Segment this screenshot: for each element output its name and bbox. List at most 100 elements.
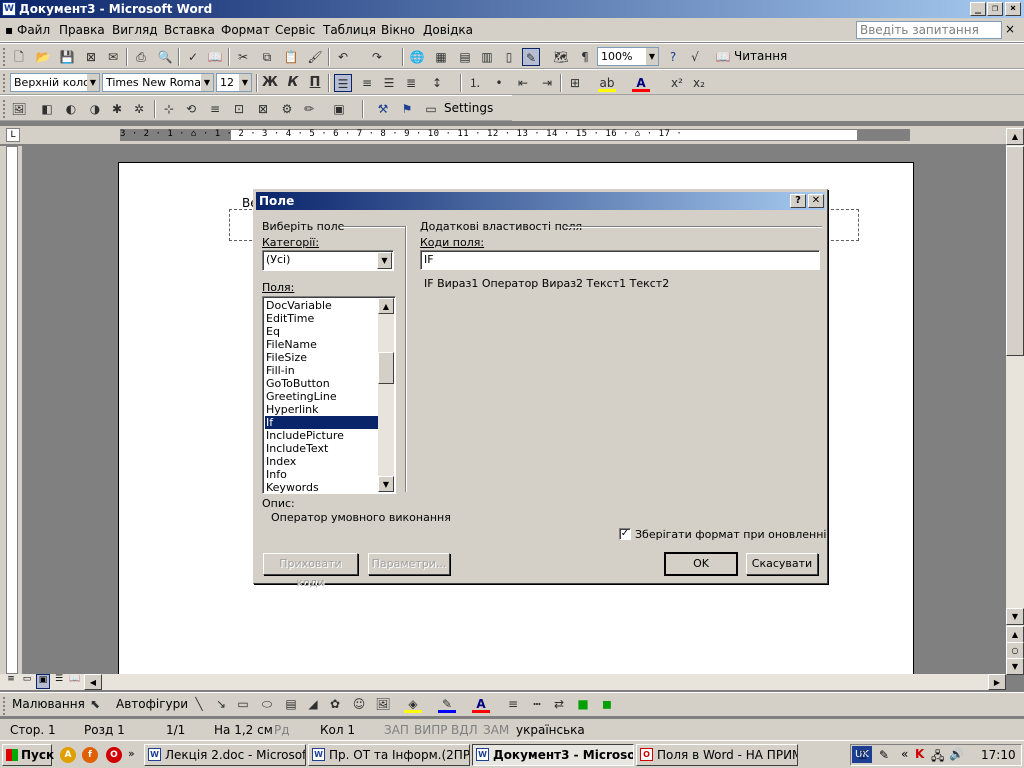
list-item-selected[interactable]: If bbox=[265, 416, 379, 429]
diagram-icon[interactable]: ✿ bbox=[326, 695, 344, 713]
arrow-style-icon[interactable]: ⇄ bbox=[550, 695, 568, 713]
drawing-toggle-icon[interactable]: ✎ bbox=[522, 48, 540, 66]
vertical-scrollbar[interactable]: ▲ ▼ ▲ ○ ▼ bbox=[1006, 128, 1024, 675]
menu-file[interactable]: Файл bbox=[17, 23, 50, 37]
line-color-icon[interactable]: ✎ bbox=[438, 695, 456, 713]
align-center-icon[interactable]: ≡ bbox=[358, 74, 376, 92]
reading-view-icon[interactable]: 📖 bbox=[68, 674, 82, 689]
list-item[interactable]: FileName bbox=[265, 338, 379, 351]
preserve-format-checkbox[interactable]: ✓ bbox=[619, 528, 631, 540]
rotate-icon[interactable]: ⟲ bbox=[182, 100, 200, 118]
formula-icon[interactable]: √ bbox=[686, 48, 704, 66]
outline-view-icon[interactable]: ☰ bbox=[52, 674, 66, 689]
menu-tools[interactable]: Сервіс bbox=[275, 23, 315, 37]
rectangle-icon[interactable]: ▭ bbox=[234, 695, 252, 713]
style-select[interactable]: Верхній колонт ▼ bbox=[10, 73, 100, 92]
list-item[interactable]: Hyperlink bbox=[265, 403, 379, 416]
chevron-down-icon[interactable]: ▼ bbox=[377, 252, 392, 269]
select-browse-icon[interactable]: ○ bbox=[1006, 642, 1024, 659]
status-trk[interactable]: ВИПР bbox=[414, 723, 447, 737]
window-titlebar[interactable]: W Документ3 - Microsoft Word _ ❐ × bbox=[0, 0, 1024, 18]
print-preview-icon[interactable]: 🔍 bbox=[156, 48, 174, 66]
font-color-icon[interactable]: A bbox=[632, 74, 650, 92]
fields-scrollbar[interactable]: ▲ ▼ bbox=[378, 298, 394, 492]
tab-selector-icon[interactable]: L bbox=[6, 128, 20, 142]
print-view-icon[interactable]: ▣ bbox=[36, 674, 50, 689]
quicklaunch-opera-icon[interactable]: O bbox=[106, 747, 122, 763]
help-tray-icon[interactable]: ⍰ bbox=[859, 748, 866, 763]
redo-icon[interactable]: ↷ bbox=[368, 48, 386, 66]
align-right-icon[interactable]: ☰ bbox=[380, 74, 398, 92]
font-select[interactable]: Times New Roman ▼ bbox=[102, 73, 214, 92]
format-painter-icon[interactable]: 🖌 bbox=[306, 48, 324, 66]
list-item[interactable]: GreetingLine bbox=[265, 390, 379, 403]
highlight-icon[interactable]: ab bbox=[598, 74, 616, 92]
web-view-icon[interactable]: ▭ bbox=[20, 674, 34, 689]
network-tray-icon[interactable]: 🖧 bbox=[931, 747, 944, 768]
list-item[interactable]: EditTime bbox=[265, 312, 379, 325]
settings-button[interactable]: Settings bbox=[444, 101, 493, 115]
menu-view[interactable]: Вигляд bbox=[112, 23, 158, 37]
numbering-icon[interactable]: ⒈ bbox=[466, 74, 484, 92]
quicklaunch-more-icon[interactable]: » bbox=[128, 747, 135, 760]
menu-help[interactable]: Довідка bbox=[423, 23, 473, 37]
scroll-up-icon[interactable]: ▲ bbox=[378, 298, 394, 314]
start-button[interactable]: Пуск bbox=[2, 744, 54, 766]
status-rec[interactable]: ЗАП bbox=[384, 723, 409, 737]
settings-icon[interactable]: ▭ bbox=[422, 100, 440, 118]
toolbar-grip[interactable] bbox=[3, 74, 7, 92]
increase-indent-icon[interactable]: ⇥ bbox=[538, 74, 556, 92]
less-contrast-icon[interactable]: ◑ bbox=[86, 100, 104, 118]
justify-icon[interactable]: ≣ bbox=[402, 74, 420, 92]
list-item[interactable]: GoToButton bbox=[265, 377, 379, 390]
field-codes-input[interactable]: IF bbox=[420, 250, 820, 270]
dialog-titlebar[interactable]: Поле ? ✕ bbox=[256, 192, 825, 210]
autoshapes-button[interactable]: Автофігури bbox=[116, 697, 188, 711]
scroll-left-icon[interactable]: ◀ bbox=[84, 674, 102, 690]
clock[interactable]: 17:10 bbox=[981, 748, 1016, 762]
horizontal-scrollbar[interactable]: ≡ ▭ ▣ ☰ 📖 ◀ ▶ bbox=[0, 674, 1006, 690]
task-lecture-doc[interactable]: W Лекція 2.doc - Microsoft ... bbox=[144, 744, 306, 766]
list-item[interactable]: FileSize bbox=[265, 351, 379, 364]
close-doc-icon[interactable]: × bbox=[1005, 22, 1015, 36]
menu-edit[interactable]: Правка bbox=[59, 23, 105, 37]
insert-table-icon[interactable]: ▤ bbox=[456, 48, 474, 66]
spelling-icon[interactable]: ✓ bbox=[184, 48, 202, 66]
toolbar-grip[interactable] bbox=[3, 697, 7, 715]
more-brightness-icon[interactable]: ✱ bbox=[108, 100, 126, 118]
list-item[interactable]: Fill-in bbox=[265, 364, 379, 377]
align-left-icon[interactable]: ☰ bbox=[334, 74, 352, 92]
hyperlink-icon[interactable]: 🌐 bbox=[408, 48, 426, 66]
dialog-help-button[interactable]: ? bbox=[790, 194, 806, 208]
font-color-icon[interactable]: A bbox=[472, 695, 490, 713]
tables-borders-icon[interactable]: ▦ bbox=[432, 48, 450, 66]
undo-icon[interactable]: ↶ bbox=[334, 48, 352, 66]
scroll-down-icon[interactable]: ▼ bbox=[1006, 608, 1024, 625]
prev-page-icon[interactable]: ▲ bbox=[1006, 626, 1024, 643]
paste-icon[interactable]: 📋 bbox=[282, 48, 300, 66]
textbox-icon[interactable]: ▤ bbox=[282, 695, 300, 713]
reading-icon[interactable]: 📖 bbox=[714, 48, 732, 66]
select-objects-icon[interactable]: ⬉ bbox=[86, 695, 104, 713]
decrease-indent-icon[interactable]: ⇤ bbox=[514, 74, 532, 92]
task-practicum-doc[interactable]: W Пр. ОТ та Інформ.(2ПР... bbox=[308, 744, 470, 766]
quicklaunch-firefox-icon[interactable]: f bbox=[82, 747, 98, 763]
bullets-icon[interactable]: • bbox=[490, 74, 508, 92]
set-transparent-icon[interactable]: ✏ bbox=[300, 100, 318, 118]
insert-picture-icon[interactable]: 🖼 bbox=[10, 100, 28, 118]
ask-question-input[interactable]: Введіть запитання bbox=[856, 21, 1002, 39]
status-ext[interactable]: ВДЛ bbox=[451, 723, 478, 737]
new-doc-icon[interactable]: 🗋 bbox=[10, 48, 28, 66]
list-item[interactable]: Info bbox=[265, 468, 379, 481]
bold-button[interactable]: Ж bbox=[261, 74, 279, 92]
compress-icon[interactable]: ⊡ bbox=[230, 100, 248, 118]
clipart-icon[interactable]: ☺ bbox=[350, 695, 368, 713]
status-language[interactable]: українська bbox=[516, 723, 585, 737]
preserve-format-label[interactable]: Зберігати формат при оновленні bbox=[635, 528, 826, 541]
cut-icon[interactable]: ✂ bbox=[234, 48, 252, 66]
menu-insert[interactable]: Вставка bbox=[164, 23, 215, 37]
hide-codes-button[interactable]: Приховати коди bbox=[263, 553, 358, 589]
menu-format[interactable]: Формат bbox=[221, 23, 270, 37]
size-select[interactable]: 12 ▼ bbox=[216, 73, 252, 92]
print-icon[interactable]: ⎙ bbox=[132, 48, 150, 66]
